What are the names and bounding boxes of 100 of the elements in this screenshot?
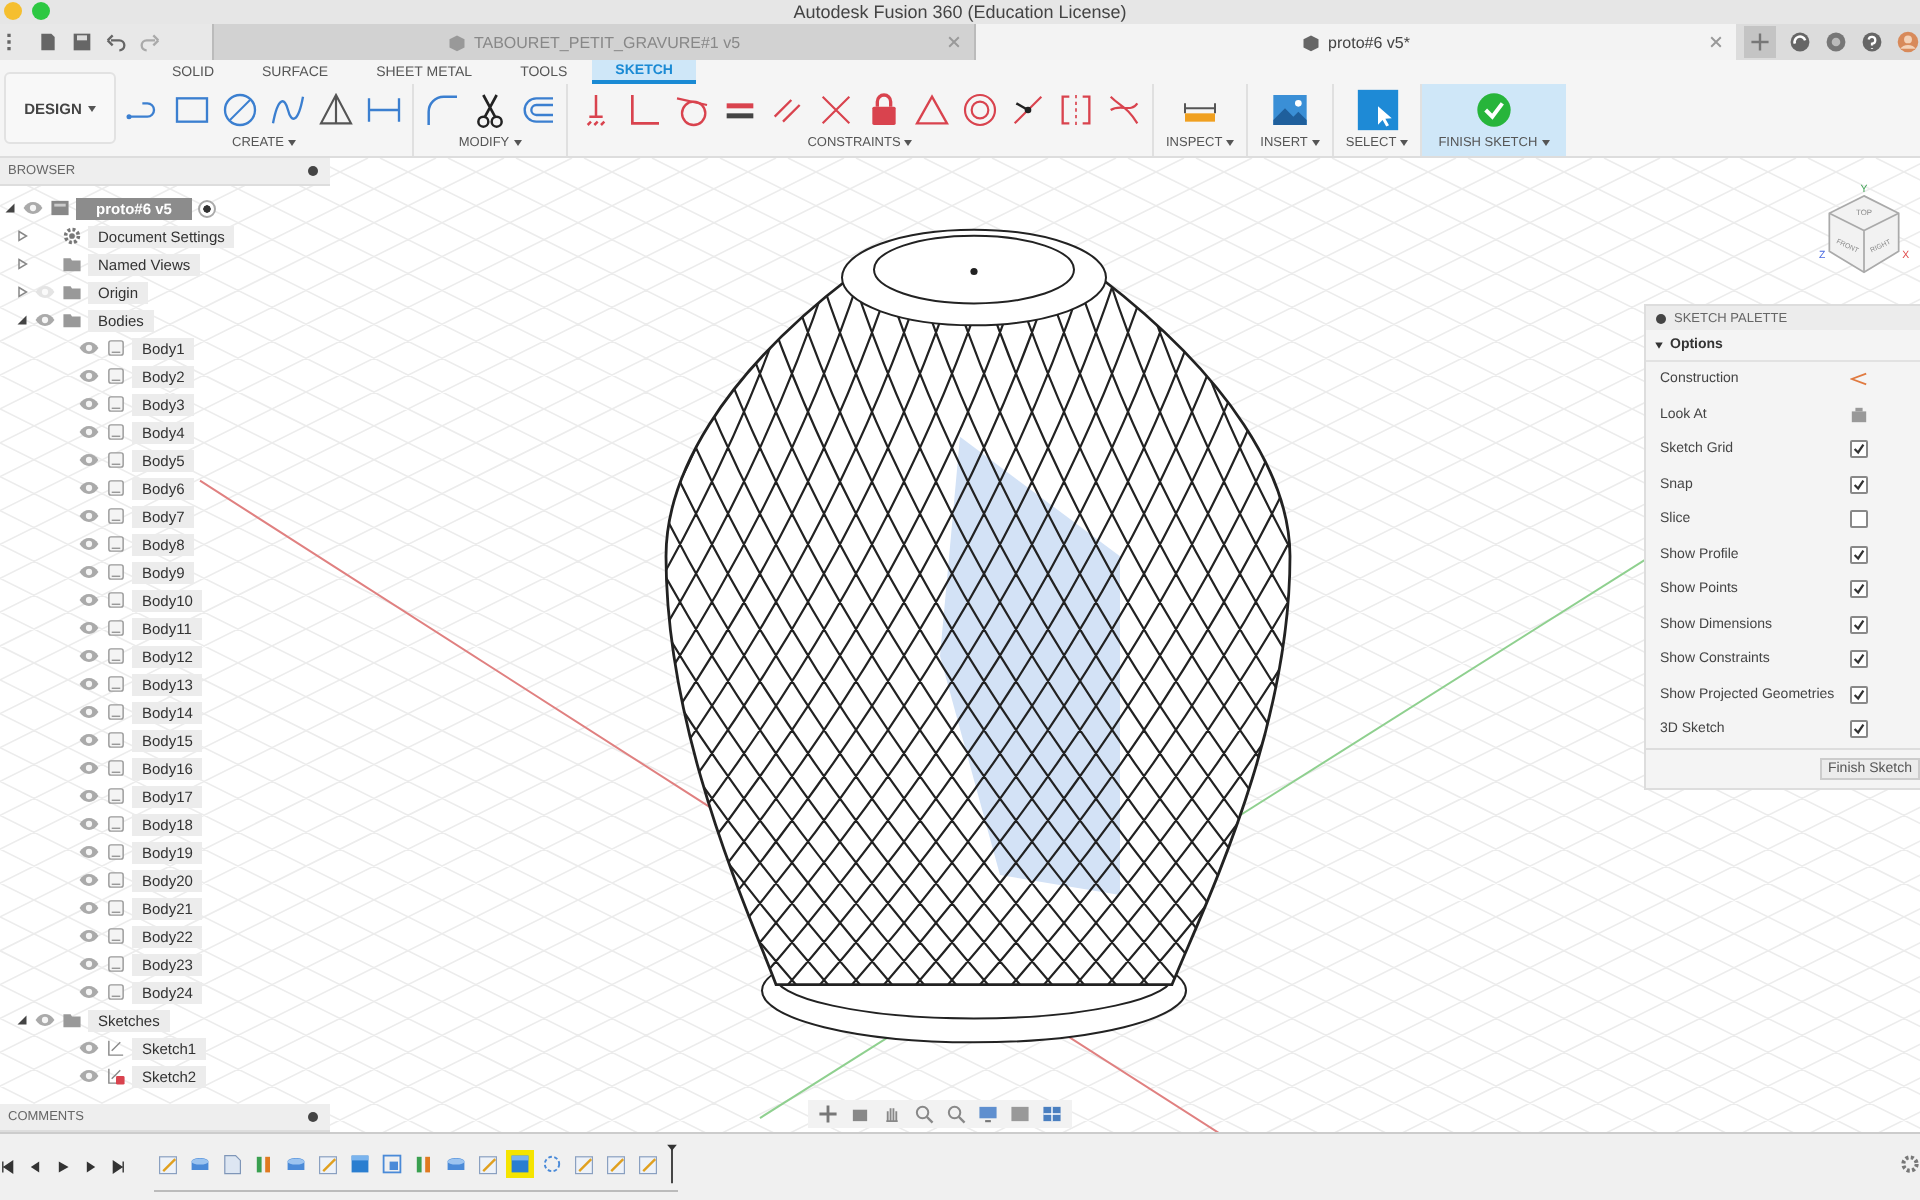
clock-icon[interactable]: [1824, 30, 1848, 54]
settings-icon[interactable]: [1900, 1154, 1920, 1174]
curvature-icon[interactable]: [1104, 90, 1144, 130]
eye-icon[interactable]: [78, 564, 100, 580]
timeline-feature[interactable]: [218, 1150, 246, 1178]
box-feature-icon: [348, 1152, 372, 1176]
zoom-icon[interactable]: [914, 1104, 934, 1124]
select-cursor-icon[interactable]: [1355, 88, 1400, 132]
collinear-icon[interactable]: [816, 90, 856, 130]
eye-icon[interactable]: [78, 1068, 100, 1084]
timeline-feature[interactable]: [154, 1150, 182, 1178]
eye-icon[interactable]: [78, 928, 100, 944]
expand-arrow-icon[interactable]: [16, 1014, 28, 1026]
checkbox[interactable]: [1850, 475, 1868, 494]
midpoint-icon[interactable]: [1008, 90, 1048, 130]
document-tab[interactable]: proto#6 v5*: [974, 24, 1736, 60]
folder-icon: [62, 1010, 82, 1030]
timeline-feature[interactable]: [474, 1150, 502, 1178]
body-icon: [106, 982, 126, 1002]
gear-icon: [62, 226, 82, 246]
save-icon[interactable]: [72, 32, 92, 52]
checkbox[interactable]: [1850, 615, 1868, 634]
eye-icon[interactable]: [78, 900, 100, 916]
eye-icon[interactable]: [78, 340, 100, 356]
eye-icon[interactable]: [78, 396, 100, 412]
timeline-feature[interactable]: [378, 1150, 406, 1178]
eye-icon[interactable]: [78, 676, 100, 692]
play-icon[interactable]: [56, 1160, 70, 1174]
eye-icon[interactable]: [78, 452, 100, 468]
eye-icon[interactable]: [78, 1040, 100, 1056]
checkbox[interactable]: [1850, 580, 1868, 599]
checkbox[interactable]: [1850, 720, 1868, 739]
triangle-tool-icon[interactable]: [316, 90, 356, 130]
pin-button[interactable]: [308, 1112, 318, 1122]
eye-icon[interactable]: [78, 508, 100, 524]
timeline-feature[interactable]: [602, 1150, 630, 1178]
job-status-icon[interactable]: [1788, 30, 1812, 54]
eye-icon[interactable]: [78, 620, 100, 636]
checkbox[interactable]: [1850, 545, 1868, 564]
checkbox[interactable]: [1850, 685, 1868, 704]
eye-icon[interactable]: [78, 536, 100, 552]
image-icon[interactable]: [1270, 90, 1311, 130]
eye-icon[interactable]: [78, 704, 100, 720]
pan-hand-icon[interactable]: [882, 1104, 902, 1124]
concentric-icon[interactable]: [960, 90, 1000, 130]
file-icon[interactable]: [38, 32, 58, 52]
construction-line-icon[interactable]: [1850, 370, 1868, 389]
triangle-constraint-icon[interactable]: [912, 90, 952, 130]
step-forward-icon[interactable]: [84, 1160, 98, 1174]
step-back-icon[interactable]: [28, 1160, 42, 1174]
expand-arrow-icon[interactable]: [16, 314, 28, 326]
symmetry-icon[interactable]: [1056, 90, 1096, 130]
expand-arrow-icon[interactable]: [4, 202, 16, 214]
undo-icon[interactable]: [106, 32, 126, 52]
new-tab-icon[interactable]: [1744, 26, 1776, 58]
checkbox[interactable]: [1850, 510, 1868, 529]
fit-zoom-icon[interactable]: [946, 1104, 966, 1124]
eye-icon[interactable]: [78, 984, 100, 1000]
eye-icon[interactable]: [78, 732, 100, 748]
skip-end-icon[interactable]: [112, 1160, 126, 1174]
timeline-feature[interactable]: [314, 1150, 342, 1178]
eye-icon[interactable]: [78, 844, 100, 860]
eye-icon[interactable]: [78, 592, 100, 608]
eye-icon[interactable]: [78, 760, 100, 776]
eye-icon[interactable]: [78, 872, 100, 888]
eye-icon[interactable]: [78, 788, 100, 804]
eye-icon[interactable]: [78, 368, 100, 384]
circle-tool-icon[interactable]: [220, 90, 260, 130]
fillet-tool-icon[interactable]: [422, 90, 462, 130]
timeline-feature[interactable]: [346, 1150, 374, 1178]
eye-icon[interactable]: [78, 648, 100, 664]
viewports-icon[interactable]: [1042, 1104, 1062, 1124]
display-settings-icon[interactable]: [978, 1104, 998, 1124]
eye-icon[interactable]: [78, 480, 100, 496]
zoom-button[interactable]: [32, 2, 50, 20]
timeline-marker-icon[interactable]: [666, 1142, 678, 1186]
close-icon[interactable]: [1708, 34, 1724, 50]
user-avatar-icon[interactable]: [1896, 30, 1920, 54]
close-icon[interactable]: [946, 34, 962, 50]
body-icon: [106, 338, 126, 358]
checkbox[interactable]: [1850, 650, 1868, 669]
eye-icon[interactable]: [78, 816, 100, 832]
redo-icon[interactable]: [140, 32, 160, 52]
skip-start-icon[interactable]: [0, 1160, 14, 1174]
pin-button[interactable]: [308, 166, 318, 176]
look-at-icon[interactable]: [850, 1104, 870, 1124]
checkmark-icon[interactable]: [1473, 90, 1514, 130]
timeline-feature[interactable]: [538, 1150, 566, 1178]
help-icon[interactable]: [1860, 30, 1884, 54]
sketch-feature-icon: [156, 1152, 180, 1176]
timeline-feature[interactable]: [506, 1150, 534, 1178]
eye-icon[interactable]: [78, 424, 100, 440]
orbit-icon[interactable]: [818, 1104, 838, 1124]
timeline-feature[interactable]: [570, 1150, 598, 1178]
pin-button[interactable]: [1656, 313, 1666, 323]
expand-arrow-icon[interactable]: [1654, 340, 1664, 350]
checkbox[interactable]: [1850, 440, 1868, 459]
eye-icon[interactable]: [78, 956, 100, 972]
look-at-icon[interactable]: [1850, 405, 1868, 424]
cube-icon: [447, 33, 466, 51]
